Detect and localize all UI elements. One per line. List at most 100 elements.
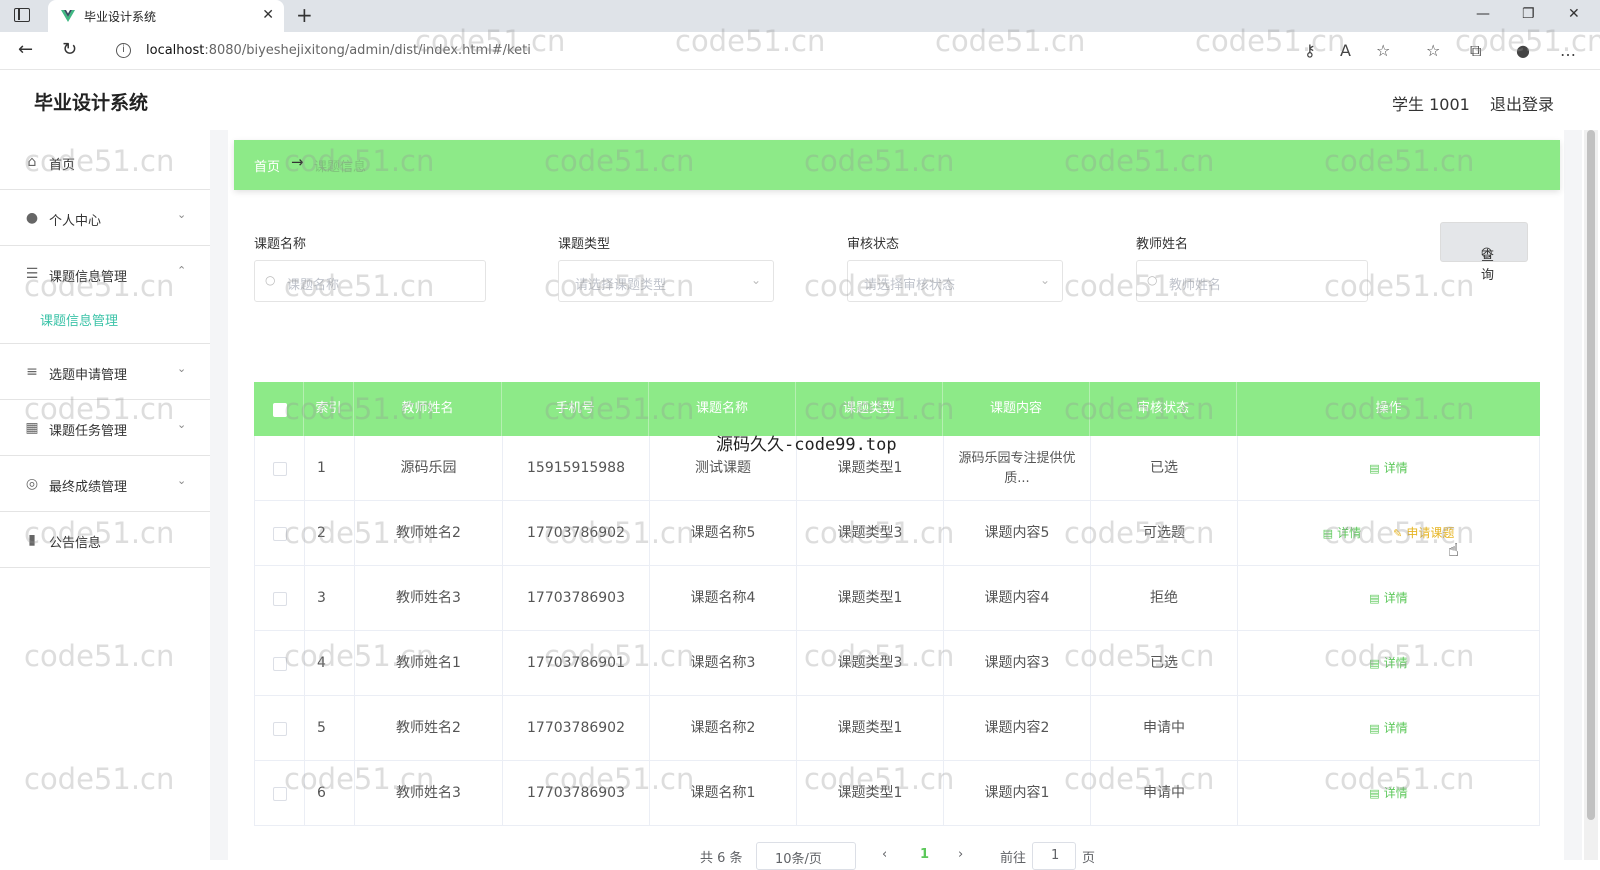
sidebar-item-final-grades[interactable]: ◎ 最终成绩管理 ⌄ bbox=[0, 456, 210, 512]
header-topic-name[interactable]: 课题名称 bbox=[649, 382, 796, 436]
cell-index: 6 bbox=[305, 761, 355, 826]
search-label-topic-type: 课题类型 bbox=[558, 237, 611, 252]
sidebar-item-tasks[interactable]: ▦ 课题任务管理 ⌄ bbox=[0, 400, 210, 456]
tab-title: 毕业设计系统 bbox=[84, 10, 157, 24]
logout-link[interactable]: 退出登录 bbox=[1490, 91, 1554, 115]
favorites-icon[interactable]: ☆ bbox=[1426, 41, 1440, 60]
target-icon: ◎ bbox=[25, 476, 39, 492]
profile-icon[interactable]: ● bbox=[1516, 41, 1530, 60]
review-status-select[interactable]: 请选择审核状态 ⌄ bbox=[847, 260, 1063, 302]
cell-actions: ▤ 详情 bbox=[1238, 436, 1539, 501]
cell-index: 4 bbox=[305, 631, 355, 696]
add-favorite-icon[interactable]: ☆ bbox=[1376, 41, 1390, 60]
sidebar-item-home[interactable]: ⌂ 首页 bbox=[0, 134, 210, 190]
sidebar-toggle-icon[interactable] bbox=[14, 8, 30, 22]
more-icon[interactable]: … bbox=[1560, 41, 1576, 60]
cell-phone: 17703786903 bbox=[503, 761, 650, 826]
header-status[interactable]: 审核状态 bbox=[1090, 382, 1237, 436]
document-icon: ▤ bbox=[1369, 592, 1380, 606]
detail-button[interactable]: ▤ 详情 bbox=[1369, 459, 1407, 478]
cell-name: 课题名称2 bbox=[650, 696, 797, 761]
checkbox[interactable] bbox=[272, 526, 287, 541]
placeholder: 教师姓名 bbox=[1169, 278, 1222, 293]
checkbox[interactable] bbox=[272, 461, 287, 476]
restore-icon[interactable]: ❐ bbox=[1522, 6, 1535, 22]
detail-label: 详情 bbox=[1383, 461, 1408, 476]
cell-index: 2 bbox=[305, 501, 355, 566]
search-icon: ○ bbox=[1147, 273, 1158, 287]
cell-status: 申请中 bbox=[1091, 761, 1238, 826]
checkbox[interactable] bbox=[272, 721, 287, 736]
table-row: 5 教师姓名2 17703786902 课题名称2 课题类型1 课题内容2 申请中 ▤ 详情 bbox=[254, 696, 1540, 761]
row-select-cell bbox=[255, 566, 305, 631]
header-teacher[interactable]: 教师姓名 bbox=[354, 382, 502, 436]
breadcrumb-arrow-icon: → bbox=[291, 153, 304, 171]
topic-name-input[interactable]: ○ 课题名称 bbox=[254, 260, 486, 302]
window-close-icon[interactable]: ✕ bbox=[1568, 6, 1580, 22]
minimize-icon[interactable]: — bbox=[1476, 6, 1490, 22]
cell-teacher: 教师姓名3 bbox=[355, 566, 503, 631]
reload-icon[interactable]: ↻ bbox=[62, 39, 77, 60]
cell-actions: ▤ 详情 bbox=[1238, 696, 1539, 761]
cell-actions: ▤ 详情 bbox=[1238, 566, 1539, 631]
detail-button[interactable]: ▤ 详情 bbox=[1369, 784, 1407, 803]
sidebar-item-personal-center[interactable]: ● 个人中心 ⌄ bbox=[0, 190, 210, 246]
cell-name: 课题名称1 bbox=[650, 761, 797, 826]
cell-teacher: 教师姓名2 bbox=[355, 696, 503, 761]
read-aloud-icon[interactable]: A bbox=[1340, 41, 1351, 60]
document-icon: ▤ bbox=[1369, 722, 1380, 736]
header-topic-type[interactable]: 课题类型 bbox=[796, 382, 943, 436]
header-select-all[interactable] bbox=[254, 382, 304, 436]
checkbox[interactable] bbox=[272, 786, 287, 801]
row-select-cell bbox=[255, 436, 305, 501]
breadcrumb-home[interactable]: 首页 bbox=[254, 156, 280, 175]
page-scrollbar[interactable] bbox=[1584, 130, 1598, 860]
sidebar-item-notices[interactable]: ▮ 公告信息 bbox=[0, 512, 210, 568]
header-topic-content[interactable]: 课题内容 bbox=[943, 382, 1090, 436]
back-icon[interactable]: ← bbox=[18, 39, 33, 60]
cell-phone: 17703786903 bbox=[503, 566, 650, 631]
detail-button[interactable]: ▤ 详情 bbox=[1369, 654, 1407, 673]
goto-label: 前往 bbox=[1000, 851, 1027, 866]
browser-tab[interactable]: 毕业设计系统 ✕ bbox=[48, 0, 284, 32]
user-icon: ● bbox=[25, 210, 39, 226]
cell-teacher: 教师姓名1 bbox=[355, 631, 503, 696]
goto-page-input[interactable]: 1 bbox=[1032, 842, 1076, 870]
cell-name: 课题名称5 bbox=[650, 501, 797, 566]
document-icon: ▤ bbox=[1369, 462, 1380, 476]
submenu-item-topic-info[interactable]: 课题信息管理 bbox=[40, 310, 118, 329]
cell-index: 3 bbox=[305, 566, 355, 631]
key-icon[interactable]: ⚷ bbox=[1304, 41, 1316, 60]
cell-type: 课题类型3 bbox=[797, 501, 944, 566]
checkbox[interactable] bbox=[272, 591, 287, 606]
url-field[interactable]: i localhost:8080/biyeshejixitong/admin/d… bbox=[100, 36, 1430, 66]
checkbox[interactable] bbox=[272, 656, 287, 671]
cell-phone: 17703786902 bbox=[503, 696, 650, 761]
detail-button[interactable]: ▤ 详情 bbox=[1369, 589, 1407, 608]
teacher-name-input[interactable]: ○ 教师姓名 bbox=[1136, 260, 1368, 302]
checkbox[interactable] bbox=[273, 403, 287, 417]
row-select-cell bbox=[255, 761, 305, 826]
tab-close-icon[interactable]: ✕ bbox=[262, 7, 274, 23]
query-button[interactable]: 查询 ○ bbox=[1440, 222, 1528, 283]
sidebar-item-label: 课题任务管理 bbox=[49, 424, 128, 439]
sidebar-item-label: 最终成绩管理 bbox=[49, 480, 128, 495]
sidebar-item-topic-info[interactable]: ☰ 课题信息管理 ⌃ bbox=[0, 246, 210, 344]
detail-label: 详情 bbox=[1383, 721, 1408, 736]
row-select-cell bbox=[255, 631, 305, 696]
new-tab-icon[interactable]: + bbox=[296, 3, 313, 27]
header-phone[interactable]: 手机号 bbox=[502, 382, 649, 436]
cell-type: 课题类型1 bbox=[797, 566, 944, 631]
row-select-cell bbox=[255, 501, 305, 566]
detail-button[interactable]: ▤ 详情 bbox=[1369, 719, 1407, 738]
apply-label: 申请课题 bbox=[1406, 526, 1455, 541]
page-size-select[interactable]: 10条/页 bbox=[756, 842, 856, 870]
detail-button[interactable]: ▤ 详情 bbox=[1323, 524, 1361, 543]
cell-content: 课题内容3 bbox=[944, 631, 1091, 696]
topic-type-select[interactable]: 请选择课题类型 ⌄ bbox=[558, 260, 774, 302]
site-info-icon[interactable]: i bbox=[116, 43, 131, 58]
sidebar-item-selection[interactable]: ≡ 选题申请管理 ⌄ bbox=[0, 344, 210, 400]
scroll-thumb[interactable] bbox=[1587, 130, 1595, 820]
apply-topic-button[interactable]: ✎ 申请课题 bbox=[1393, 524, 1454, 543]
collections-icon[interactable]: ⧉ bbox=[1470, 41, 1481, 61]
